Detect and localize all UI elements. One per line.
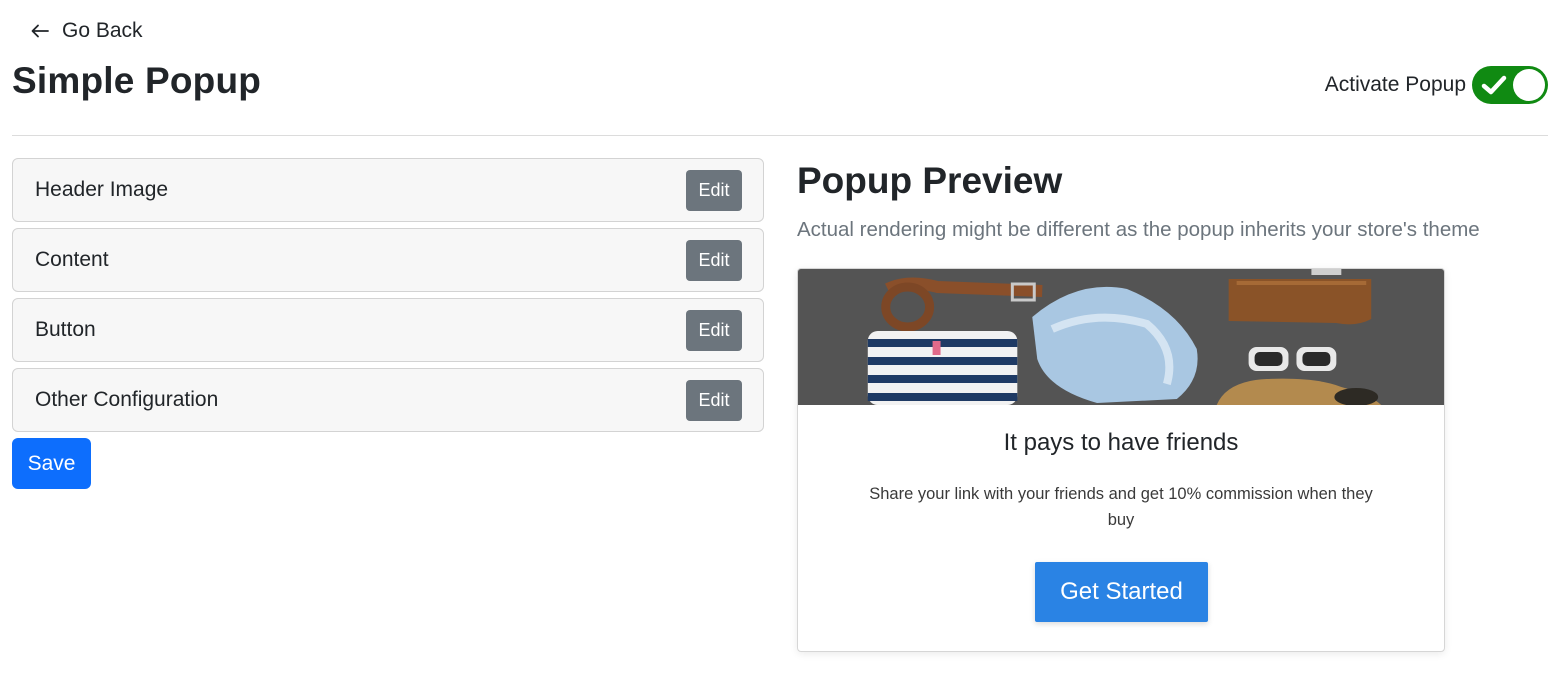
section-content: Content Edit	[12, 228, 764, 292]
popup-header-image	[798, 269, 1444, 405]
get-started-button[interactable]: Get Started	[1035, 562, 1208, 622]
popup-heading: It pays to have friends	[1003, 429, 1239, 456]
page-title: Simple Popup	[12, 60, 262, 101]
activate-popup-control: Activate Popup	[1325, 66, 1548, 104]
popup-text: Share your link with your friends and ge…	[869, 485, 1373, 529]
section-label: Button	[35, 318, 96, 341]
toggle-knob	[1513, 69, 1545, 101]
activate-popup-label: Activate Popup	[1324, 73, 1466, 96]
preview-title: Popup Preview	[797, 160, 1063, 201]
edit-button-button[interactable]: Edit	[686, 309, 742, 351]
section-other-configuration: Other Configuration Edit	[12, 368, 764, 432]
save-button[interactable]: Save	[12, 438, 91, 489]
go-back-link[interactable]: Go Back	[30, 19, 143, 43]
section-header-image: Header Image Edit	[12, 158, 764, 222]
config-sections: Header Image Edit Content Edit Button Ed…	[12, 158, 764, 438]
edit-header-image-button[interactable]: Edit	[686, 169, 742, 211]
edit-other-configuration-button[interactable]: Edit	[686, 379, 742, 421]
section-button: Button Edit	[12, 298, 764, 362]
header-divider	[12, 135, 1548, 136]
edit-content-button[interactable]: Edit	[686, 239, 742, 281]
popup-preview-card: It pays to have friends Share your link …	[797, 268, 1445, 652]
section-label: Other Configuration	[35, 388, 219, 411]
arrow-left-icon	[30, 21, 50, 41]
section-label: Header Image	[35, 178, 169, 201]
checkmark-icon	[1481, 75, 1507, 95]
activate-popup-toggle[interactable]	[1472, 66, 1548, 104]
go-back-label: Go Back	[62, 19, 143, 42]
preview-subtitle: Actual rendering might be different as t…	[797, 218, 1480, 241]
section-label: Content	[35, 248, 109, 271]
